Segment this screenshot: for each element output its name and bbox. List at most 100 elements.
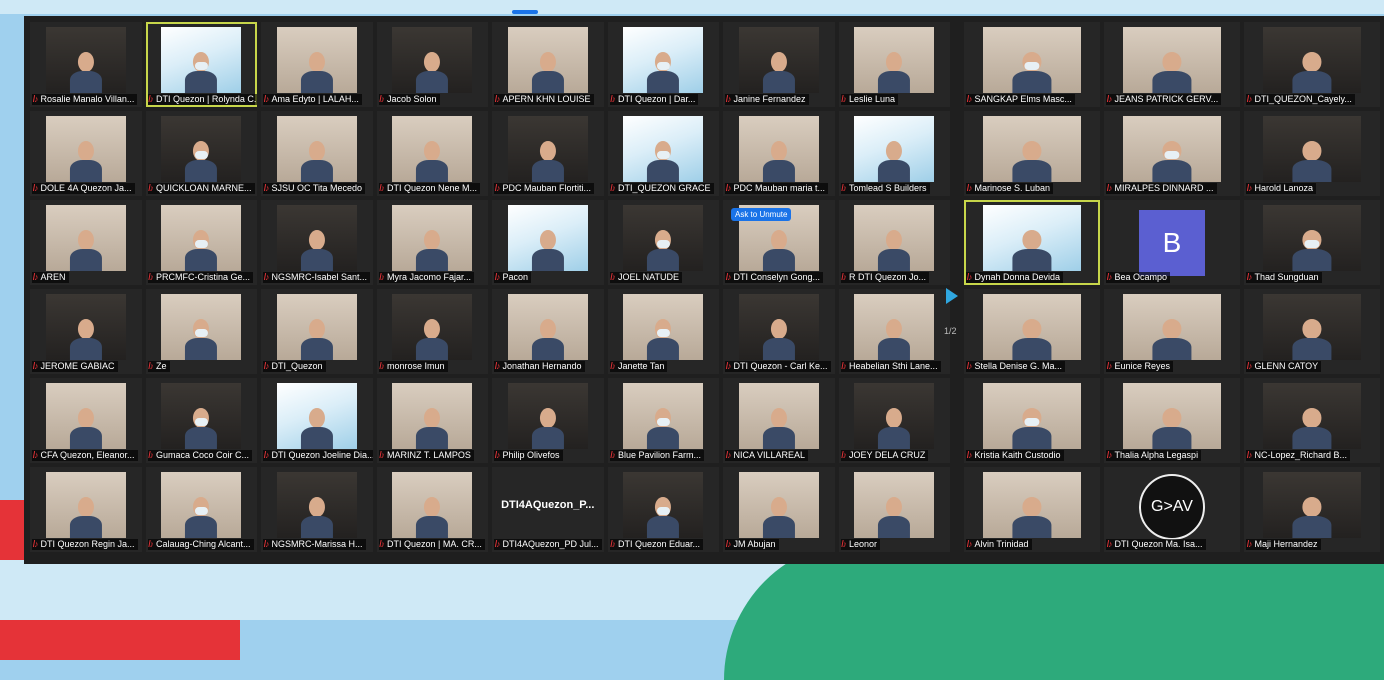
participant-video	[623, 205, 704, 272]
participant-silhouette	[1012, 497, 1052, 539]
participant-tile[interactable]: ̸♪ GLENN CATOY	[1244, 289, 1380, 374]
participant-tile[interactable]: ̸♪ Rosalie Manalo Villan...	[30, 22, 142, 107]
participant-silhouette	[416, 52, 449, 94]
next-page-arrow-icon[interactable]	[946, 288, 958, 304]
participant-tile[interactable]: ̸♪ DTI Quezon | Dar...	[607, 22, 719, 107]
mic-muted-icon: ̸♪	[380, 450, 386, 460]
participant-tile[interactable]: G>AV̸♪ DTI Quezon Ma. Isa...	[1104, 467, 1240, 552]
participant-name: R DTI Quezon Jo...	[849, 272, 927, 282]
participant-tile[interactable]: ̸♪ Janine Fernandez	[723, 22, 835, 107]
participant-name: JOEY DELA CRUZ	[849, 450, 926, 460]
page-indicator: 1/2	[944, 326, 957, 336]
participant-tile[interactable]: ̸♪ JOEL NATUDE	[607, 200, 719, 285]
participant-tile[interactable]: ̸♪ PDC Mauban maria t...	[723, 111, 835, 196]
participant-name-label: ̸♪ DTI Conselyn Gong...	[725, 272, 824, 283]
participant-tile[interactable]: ̸♪ QUICKLOAN MARNE...	[145, 111, 257, 196]
participant-tile[interactable]: ̸♪ CFA Quezon, Eleanor...	[30, 378, 142, 463]
participant-name-label: ̸♪ Alvin Trinidad	[966, 539, 1032, 550]
participant-tile[interactable]: ̸♪ DTI Quezon Regin Ja...	[30, 467, 142, 552]
participant-tile[interactable]: ̸♪ Leslie Luna	[838, 22, 950, 107]
participant-tile[interactable]: ̸♪ Marinose S. Luban	[964, 111, 1100, 196]
participant-name: DTI Quezon | Dar...	[618, 94, 696, 104]
participant-silhouette	[878, 497, 911, 539]
participant-tile[interactable]: ̸♪ Stella Denise G. Ma...	[964, 289, 1100, 374]
top-background-strip	[0, 0, 1384, 14]
mic-muted-icon: ̸♪	[1248, 272, 1253, 282]
participant-tile[interactable]: ̸♪ Pacon	[492, 200, 604, 285]
participant-tile[interactable]: ̸♪ R DTI Quezon Jo...	[838, 200, 950, 285]
participant-silhouette	[69, 408, 102, 450]
participant-name: PDC Mauban Flortiti...	[502, 183, 592, 193]
participant-tile[interactable]: ̸♪ JEANS PATRICK GERV...	[1104, 22, 1240, 107]
participant-tile[interactable]: ̸♪ Calauag-Ching Alcant...	[145, 467, 257, 552]
participant-tile[interactable]: ̸♪ Jacob Solon	[376, 22, 488, 107]
participant-tile[interactable]: ̸♪ DTI_QUEZON_Cayely...	[1244, 22, 1380, 107]
participant-tile[interactable]: ̸♪ Eunice Reyes	[1104, 289, 1240, 374]
participant-silhouette	[185, 230, 218, 272]
participant-name-label: ̸♪ DTI Quezon | Dar...	[609, 94, 699, 105]
participant-tile[interactable]: ̸♪ DTI_Quezon	[261, 289, 373, 374]
participant-tile[interactable]: ̸♪ DTI Quezon Joeline Dia...	[261, 378, 373, 463]
participant-tile[interactable]: Ask to Unmute̸♪ DTI Conselyn Gong...	[723, 200, 835, 285]
mic-muted-icon: ̸♪	[611, 450, 617, 460]
participant-tile[interactable]: DTI4AQuezon_P...̸♪ DTI4AQuezon_PD Jul...	[492, 467, 604, 552]
participant-silhouette	[1292, 141, 1332, 183]
participant-tile[interactable]: ̸♪ DTI_QUEZON GRACE	[607, 111, 719, 196]
participant-tile[interactable]: ̸♪ MARINZ T. LAMPOS	[376, 378, 488, 463]
participant-tile[interactable]: ̸♪ NICA VILLAREAL	[723, 378, 835, 463]
participant-tile[interactable]: ̸♪ DTI Quezon - Carl Ke...	[723, 289, 835, 374]
participant-silhouette	[300, 497, 333, 539]
participant-tile[interactable]: ̸♪ Gumaca Coco Coir C...	[145, 378, 257, 463]
participant-tile[interactable]: ̸♪ Jonathan Hernando	[492, 289, 604, 374]
participant-tile[interactable]: ̸♪ Dynah Donna Devida	[964, 200, 1100, 285]
participant-tile[interactable]: ̸♪ Maji Hernandez	[1244, 467, 1380, 552]
participant-tile[interactable]: ̸♪ JEROME GABIAC	[30, 289, 142, 374]
participant-tile[interactable]: ̸♪ NC-Lopez_Richard B...	[1244, 378, 1380, 463]
participant-tile[interactable]: ̸♪ Blue Pavilion Farm...	[607, 378, 719, 463]
participant-name-label: ̸♪ Blue Pavilion Farm...	[609, 450, 705, 461]
mic-muted-icon: ̸♪	[149, 94, 155, 104]
participant-tile[interactable]: ̸♪ DOLE 4A Quezon Ja...	[30, 111, 142, 196]
mic-muted-icon: ̸♪	[265, 450, 270, 460]
participant-tile[interactable]: ̸♪ NGSMRC-Marissa H...	[261, 467, 373, 552]
participant-tile[interactable]: ̸♪ PDC Mauban Flortiti...	[492, 111, 604, 196]
participant-silhouette	[1152, 141, 1192, 183]
participant-tile[interactable]: ̸♪ Leonor	[838, 467, 950, 552]
participant-silhouette	[300, 408, 333, 450]
participant-tile[interactable]: ̸♪ Thalia Alpha Legaspi	[1104, 378, 1240, 463]
participant-name: DTI_QUEZON_Cayely...	[1254, 94, 1352, 104]
participant-tile[interactable]: ̸♪ Ze	[145, 289, 257, 374]
participant-tile[interactable]: ̸♪ Janette Tan	[607, 289, 719, 374]
participant-tile[interactable]: ̸♪ NGSMRC-Isabel Sant...	[261, 200, 373, 285]
participant-tile[interactable]: ̸♪ APERN KHN LOUISE	[492, 22, 604, 107]
participant-tile[interactable]: ̸♪ Ama Edyto | LALAH...	[261, 22, 373, 107]
participant-video	[45, 116, 126, 183]
participant-video	[276, 27, 357, 94]
participant-tile[interactable]: ̸♪ Heabelian Sthi Lane...	[838, 289, 950, 374]
participant-tile[interactable]: ̸♪ DTI Quezon Eduar...	[607, 467, 719, 552]
participant-tile[interactable]: ̸♪ MIRALPES DINNARD ...	[1104, 111, 1240, 196]
participant-tile[interactable]: ̸♪ DTI Quezon Nene M...	[376, 111, 488, 196]
participant-tile[interactable]: ̸♪ JOEY DELA CRUZ	[838, 378, 950, 463]
participant-tile[interactable]: ̸♪ DTI Quezon | MA. CR...	[376, 467, 488, 552]
participant-tile[interactable]: ̸♪ monrose Imun	[376, 289, 488, 374]
participant-silhouette	[1012, 141, 1052, 183]
participant-tile[interactable]: ̸♪ Harold Lanoza	[1244, 111, 1380, 196]
participant-tile[interactable]: ̸♪ AREN	[30, 200, 142, 285]
participant-tile[interactable]: ̸♪ Thad Sungduan	[1244, 200, 1380, 285]
participant-tile[interactable]: ̸♪ JM Abujan	[723, 467, 835, 552]
participant-tile[interactable]: ̸♪ Alvin Trinidad	[964, 467, 1100, 552]
participant-tile[interactable]: B̸♪ Bea Ocampo	[1104, 200, 1240, 285]
participant-silhouette	[1292, 52, 1332, 94]
participant-tile[interactable]: ̸♪ SJSU OC Tita Mecedo	[261, 111, 373, 196]
participant-tile[interactable]: ̸♪ Kristia Kaith Custodio	[964, 378, 1100, 463]
participant-tile[interactable]: ̸♪ Myra Jacomo Fajar...	[376, 200, 488, 285]
participant-tile[interactable]: ̸♪ SANGKAP Elms Masc...	[964, 22, 1100, 107]
participant-tile[interactable]: ̸♪ DTI Quezon | Rolynda C...	[145, 22, 257, 107]
participant-tile[interactable]: ̸♪ Tomlead S Builders	[838, 111, 950, 196]
participant-tile[interactable]: ̸♪ PRCMFC-Cristina Ge...	[145, 200, 257, 285]
participant-tile[interactable]: ̸♪ Philip Olivefos	[492, 378, 604, 463]
ask-to-unmute-button[interactable]: Ask to Unmute	[731, 208, 792, 221]
mic-muted-icon: ̸♪	[611, 539, 617, 549]
participant-silhouette	[185, 497, 218, 539]
